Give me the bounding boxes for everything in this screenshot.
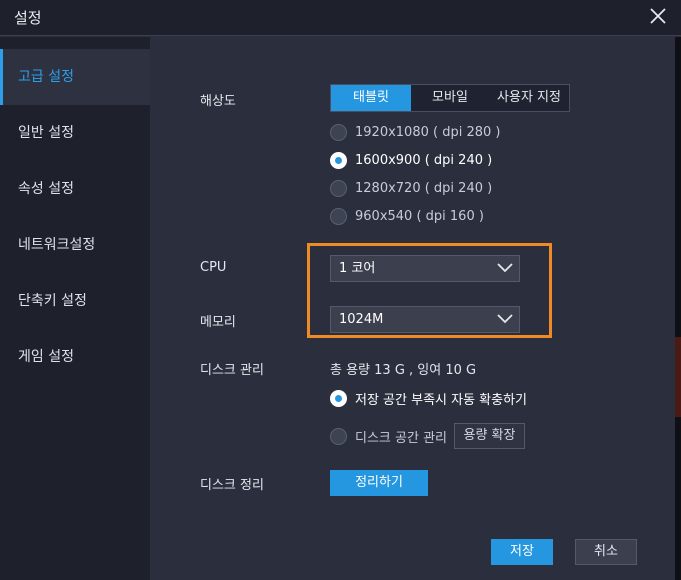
tab-tablet[interactable]: 태블릿	[331, 85, 411, 111]
resolution-option-1920[interactable]: 1920x1080 ( dpi 280 )	[330, 124, 500, 141]
memory-label: 메모리	[200, 315, 236, 330]
disk-option-auto[interactable]: 저장 공간 부족시 자동 확충하기	[330, 389, 527, 408]
radio-icon	[330, 124, 347, 141]
cancel-button[interactable]: 취소	[575, 539, 637, 565]
title-bar: 설정	[0, 0, 681, 36]
resolution-option-960[interactable]: 960x540 ( dpi 160 )	[330, 208, 484, 225]
save-button[interactable]: 저장	[491, 539, 553, 565]
resolution-option-label: 1280x720 ( dpi 240 )	[355, 181, 493, 196]
resolution-label: 해상도	[200, 94, 236, 109]
sidebar-item-general[interactable]: 일반 설정	[0, 105, 150, 161]
expand-capacity-button[interactable]: 용량 확장	[454, 423, 525, 449]
radio-selected-icon	[330, 390, 347, 407]
settings-sidebar: 고급 설정 일반 설정 속성 설정 네트워크설정 단축키 설정 게임 설정	[0, 37, 150, 580]
cpu-label: CPU	[200, 260, 227, 275]
disk-option-manual-label: 디스크 공간 관리	[355, 431, 447, 446]
sidebar-item-properties[interactable]: 속성 설정	[0, 161, 150, 217]
cleanup-label: 디스크 정리	[200, 478, 264, 493]
radio-selected-icon	[330, 152, 347, 169]
sidebar-item-advanced[interactable]: 고급 설정	[0, 49, 150, 105]
sidebar-item-network[interactable]: 네트워크설정	[0, 217, 150, 273]
disk-option-manual[interactable]: 디스크 공간 관리	[330, 427, 447, 446]
resolution-option-1600[interactable]: 1600x900 ( dpi 240 )	[330, 152, 492, 169]
settings-window: 설정 고급 설정 일반 설정 속성 설정 네트워크설정 단축키 설정 게임 설정…	[0, 0, 681, 580]
tab-custom[interactable]: 사용자 지정	[489, 85, 569, 111]
resolution-option-label: 1600x900 ( dpi 240 )	[355, 153, 493, 168]
radio-icon	[330, 208, 347, 225]
disk-option-auto-label: 저장 공간 부족시 자동 확충하기	[355, 393, 528, 408]
sidebar-item-shortcuts[interactable]: 단축키 설정	[0, 273, 150, 329]
cleanup-button[interactable]: 정리하기	[330, 470, 428, 496]
disk-info: 총 용량 13 G , 잉여 10 G	[330, 363, 477, 378]
annotation-highlight-box	[307, 243, 552, 338]
resolution-option-label: 1920x1080 ( dpi 280 )	[355, 125, 501, 140]
window-title: 설정	[14, 9, 42, 27]
sidebar-item-game[interactable]: 게임 설정	[0, 329, 150, 385]
resolution-option-label: 960x540 ( dpi 160 )	[355, 209, 484, 224]
resolution-mode-tabs: 태블릿 모바일 사용자 지정	[330, 84, 570, 112]
close-icon[interactable]	[648, 6, 668, 26]
disk-label: 디스크 관리	[200, 363, 264, 378]
radio-icon	[330, 428, 347, 445]
radio-icon	[330, 180, 347, 197]
tab-mobile[interactable]: 모바일	[411, 85, 489, 111]
background-edge	[675, 37, 681, 580]
resolution-option-1280[interactable]: 1280x720 ( dpi 240 )	[330, 180, 492, 197]
